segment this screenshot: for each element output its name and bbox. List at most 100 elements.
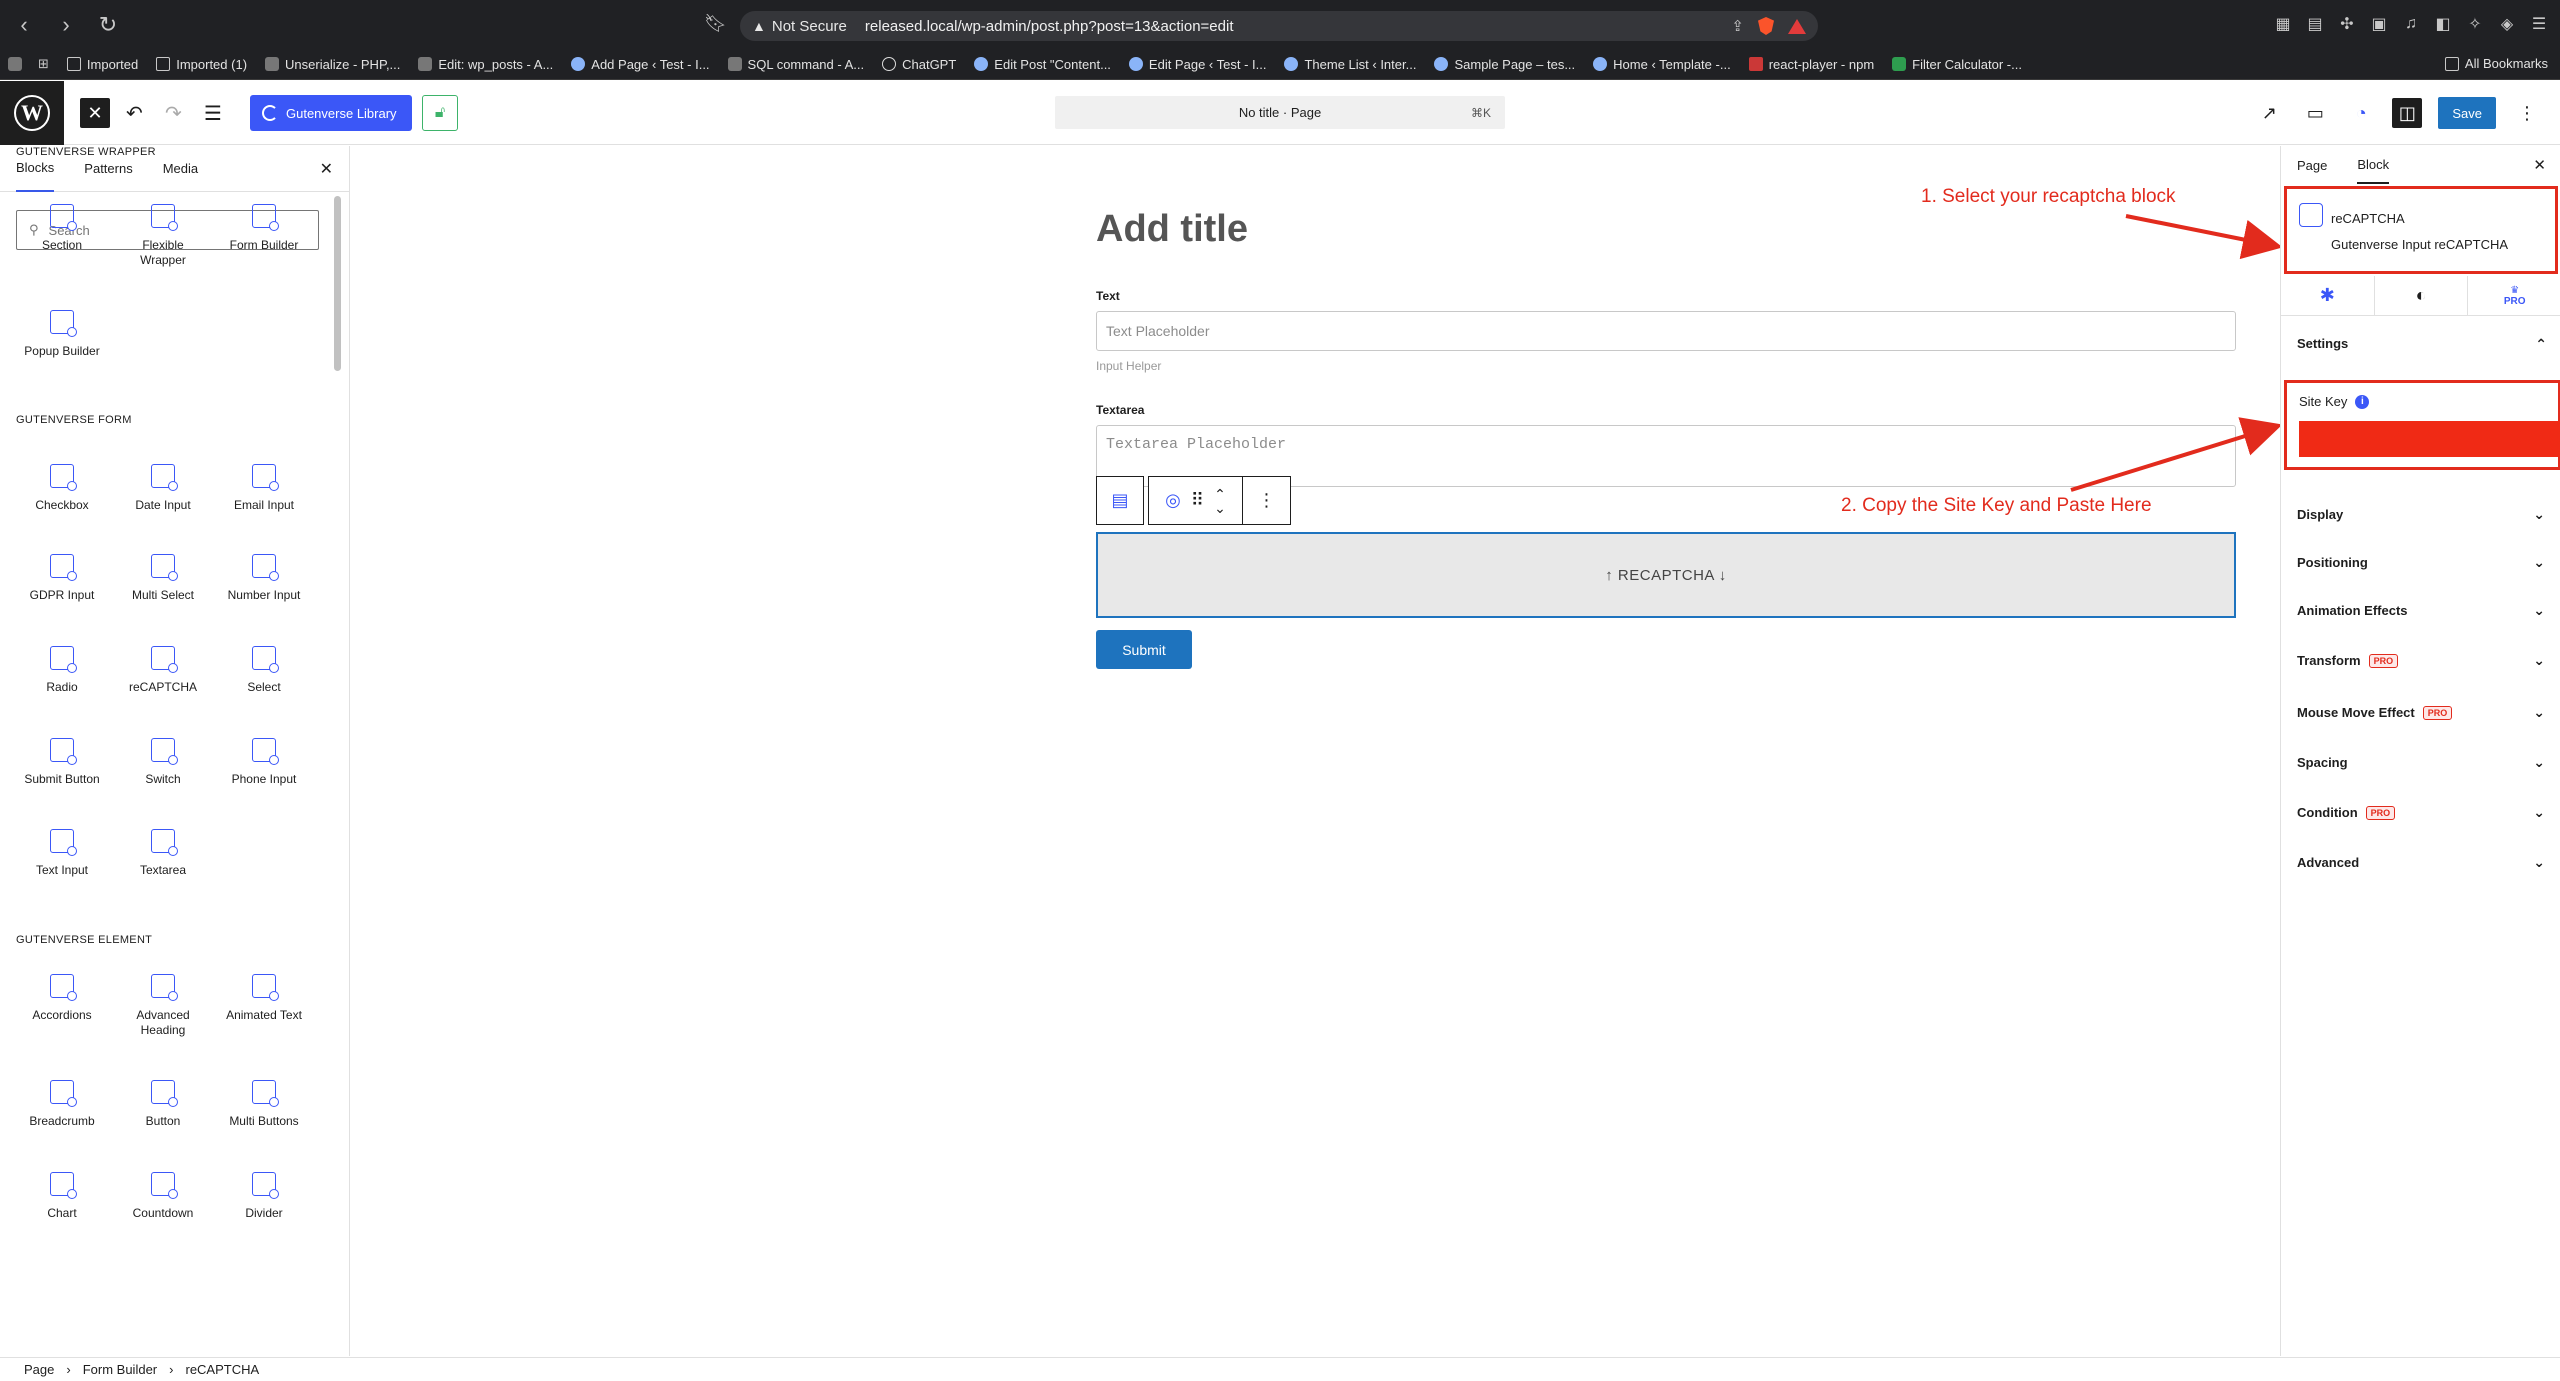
recaptcha-icon[interactable]: ◎ [1165, 490, 1181, 511]
settings-section-header[interactable]: Settings ⌃ [2297, 336, 2547, 353]
extension-icon[interactable]: ▦ [2274, 15, 2292, 33]
grid-icon[interactable]: ⊞ [38, 56, 49, 72]
bookmark-item[interactable]: Theme List ‹ Inter... [1278, 57, 1422, 72]
recaptcha-block[interactable]: ↑ RECAPTCHA ↓ [1096, 532, 2236, 618]
bookmark-item[interactable]: Add Page ‹ Test - I... [565, 57, 715, 72]
block-item-button[interactable]: Button [118, 1080, 208, 1129]
preview-icon[interactable]: ▭ [2300, 98, 2330, 128]
extension-icon[interactable]: ◧ [2434, 15, 2452, 33]
tab-page[interactable]: Page [2297, 146, 2327, 184]
block-item-form-builder[interactable]: Form Builder [219, 204, 309, 253]
bookmark-item[interactable]: SQL command - A... [722, 57, 871, 72]
block-item-switch[interactable]: Switch [118, 738, 208, 787]
block-item-advanced-heading[interactable]: Advanced Heading [118, 974, 208, 1038]
block-item-chart[interactable]: Chart [17, 1172, 107, 1221]
block-item-email-input[interactable]: Email Input [219, 464, 309, 513]
block-item-textarea[interactable]: Textarea [118, 829, 208, 878]
options-icon[interactable]: ⋮ [2512, 98, 2542, 128]
breadcrumb-item[interactable]: reCAPTCHA [185, 1362, 259, 1377]
block-item-checkbox[interactable]: Checkbox [17, 464, 107, 513]
bookmark-item[interactable]: Sample Page – tes... [1428, 57, 1581, 72]
bookmark-item[interactable]: Edit Page ‹ Test - I... [1123, 57, 1273, 72]
url-text[interactable]: released.local/wp-admin/post.php?post=13… [865, 18, 1234, 35]
brave-rewards-icon[interactable] [1788, 18, 1806, 34]
gutenverse-library-button[interactable]: Gutenverse Library [250, 95, 412, 131]
submit-button[interactable]: Submit [1096, 630, 1192, 669]
apps-icon[interactable] [8, 57, 22, 71]
block-item-text-input[interactable]: Text Input [17, 829, 107, 878]
block-item-phone-input[interactable]: Phone Input [219, 738, 309, 787]
bookmark-item[interactable]: Edit: wp_posts - A... [412, 57, 559, 72]
bookmark-item[interactable]: Imported [61, 57, 144, 72]
block-item-countdown[interactable]: Countdown [118, 1172, 208, 1221]
panel-spacing[interactable]: Spacing ⌄ [2297, 754, 2545, 771]
extension-icon[interactable]: ▤ [2306, 15, 2324, 33]
breadcrumb-item[interactable]: Form Builder [83, 1362, 157, 1377]
brave-shield-icon[interactable] [1758, 17, 1774, 35]
menu-icon[interactable]: ☰ [2530, 15, 2548, 33]
panel-condition[interactable]: Condition PRO ⌄ [2297, 804, 2545, 821]
undo-icon[interactable]: ↶ [126, 101, 143, 126]
panel-positioning[interactable]: Positioning ⌄ [2297, 554, 2545, 571]
save-button[interactable]: Save [2438, 97, 2496, 129]
block-item-recaptcha[interactable]: reCAPTCHA [118, 646, 208, 695]
settings-tab[interactable]: ✱ [2281, 276, 2375, 315]
panel-animation-effects[interactable]: Animation Effects ⌄ [2297, 602, 2545, 619]
block-item-radio[interactable]: Radio [17, 646, 107, 695]
unlock-button[interactable]: 🔓︎ [422, 95, 458, 131]
block-item-section[interactable]: Section [17, 204, 107, 253]
redo-icon[interactable]: ↷ [165, 101, 182, 126]
back-icon[interactable]: ‹ [12, 12, 36, 38]
block-parent-button[interactable]: ▤ [1096, 476, 1144, 525]
info-icon[interactable]: i [2355, 394, 2370, 409]
close-icon[interactable]: ✕ [2533, 156, 2546, 174]
all-bookmarks[interactable]: All Bookmarks [2444, 56, 2548, 71]
title-input[interactable]: Add title [1096, 208, 1248, 251]
bookmark-item[interactable]: Home ‹ Template -... [1587, 57, 1737, 72]
extension-icon[interactable]: ✧ [2466, 15, 2484, 33]
tab-block[interactable]: Block [2357, 146, 2390, 184]
document-bar[interactable]: No title · Page ⌘K [1055, 96, 1505, 129]
external-link-icon[interactable]: ↗ [2254, 98, 2284, 128]
block-item-popup-builder[interactable]: Popup Builder [17, 310, 107, 359]
close-icon[interactable]: ✕ [320, 159, 333, 179]
panel-transform[interactable]: Transform PRO ⌄ [2297, 652, 2545, 669]
bookmark-item[interactable]: react-player - npm [1743, 57, 1880, 72]
puzzle-icon[interactable]: ✣ [2338, 15, 2356, 33]
breadcrumb-item[interactable]: Page [24, 1362, 54, 1377]
block-item-animated-text[interactable]: Animated Text [219, 974, 309, 1023]
site-key-input[interactable] [2299, 421, 2560, 457]
bookmark-item[interactable]: Filter Calculator -... [1886, 57, 2028, 72]
panel-mouse-move-effect[interactable]: Mouse Move Effect PRO ⌄ [2297, 704, 2545, 721]
drag-handle-icon[interactable]: ⠿ [1191, 490, 1204, 511]
block-item-multi-select[interactable]: Multi Select [118, 554, 208, 603]
text-field[interactable]: Text Placeholder [1096, 311, 2236, 351]
list-view-icon[interactable]: ☰ [204, 101, 222, 126]
block-item-divider[interactable]: Divider [219, 1172, 309, 1221]
pro-tab[interactable]: ♛ PRO [2468, 276, 2560, 315]
tab-media[interactable]: Media [163, 146, 198, 192]
address-bar[interactable]: ▲ Not Secure released.local/wp-admin/pos… [740, 11, 1818, 41]
block-item-breadcrumb[interactable]: Breadcrumb [17, 1080, 107, 1129]
panel-advanced[interactable]: Advanced ⌄ [2297, 854, 2545, 871]
block-item-number-input[interactable]: Number Input [219, 554, 309, 603]
panel-display[interactable]: Display ⌄ [2297, 506, 2545, 523]
bookmark-item[interactable]: Imported (1) [150, 57, 253, 72]
bookmark-item[interactable]: Unserialize - PHP,... [259, 57, 406, 72]
gutenverse-icon[interactable]: ◔ [2346, 98, 2376, 128]
move-up-down-icon[interactable]: ⌃ ⌄ [1214, 487, 1226, 515]
block-item-multi-buttons[interactable]: Multi Buttons [219, 1080, 309, 1129]
style-tab[interactable]: ◐ [2375, 276, 2469, 315]
share-icon[interactable]: ⇪ [1731, 17, 1744, 35]
wordpress-logo[interactable]: W [0, 81, 64, 145]
block-item-select[interactable]: Select [219, 646, 309, 695]
block-item-accordions[interactable]: Accordions [17, 974, 107, 1023]
forward-icon[interactable]: › [54, 12, 78, 38]
reload-icon[interactable]: ↻ [96, 12, 120, 38]
bookmark-icon[interactable]: 🔖︎ [704, 13, 727, 34]
media-icon[interactable]: ♫ [2402, 15, 2420, 33]
settings-sidebar-icon[interactable]: ◫ [2392, 98, 2423, 128]
extension-icon[interactable]: ▣ [2370, 15, 2388, 33]
block-item-date-input[interactable]: Date Input [118, 464, 208, 513]
block-item-gdpr-input[interactable]: GDPR Input [17, 554, 107, 603]
